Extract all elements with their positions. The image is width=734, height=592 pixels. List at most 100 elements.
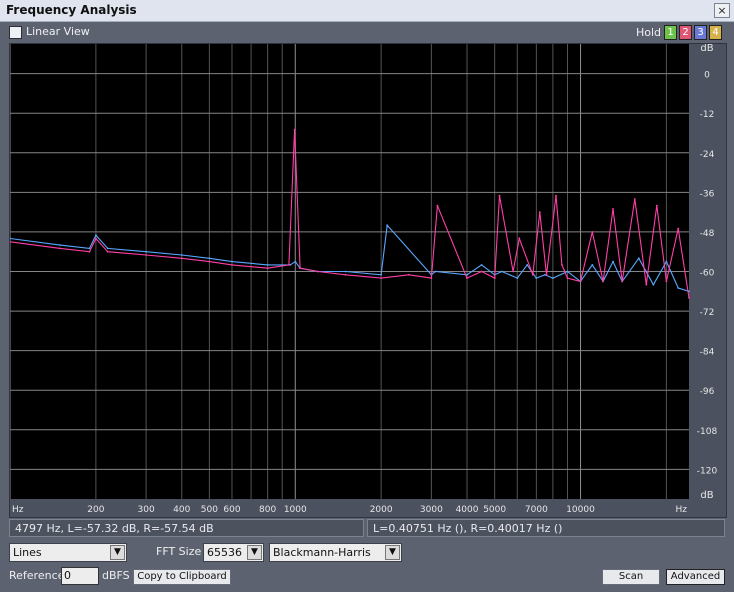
right-channel-point	[677, 227, 680, 230]
right-channel-point	[266, 267, 269, 270]
right-channel-point	[208, 260, 211, 263]
right-channel-point	[299, 267, 301, 270]
y-tick-label: -108	[697, 427, 718, 437]
x-tick-label: 3000	[420, 505, 443, 515]
hold-button-1[interactable]: 1	[664, 25, 677, 40]
y-tick-label: -120	[697, 466, 718, 476]
left-channel-point	[652, 283, 655, 286]
right-channel-point	[566, 277, 569, 279]
right-channel-point	[612, 208, 614, 210]
left-channel-point	[59, 244, 62, 247]
fft-size-value: 65536	[207, 546, 242, 559]
right-channel-point	[602, 280, 604, 283]
chevron-down-icon[interactable]: ▼	[385, 545, 400, 560]
y-tick-label: 0	[704, 71, 710, 81]
hold-button-3[interactable]: 3	[694, 25, 707, 40]
x-tick-label: 800	[259, 505, 276, 515]
advanced-button[interactable]: Advanced	[666, 569, 725, 585]
x-tick-label: 500	[201, 505, 218, 515]
fft-size-select[interactable]: 65536 ▼	[203, 543, 264, 562]
right-channel-point	[538, 211, 541, 214]
left-channel-point	[231, 260, 233, 263]
left-channel-point	[434, 270, 437, 273]
left-channel-point	[566, 270, 569, 273]
x-tick-label: 600	[223, 505, 240, 515]
right-channel-point	[430, 277, 433, 279]
right-channel-point	[518, 237, 521, 240]
linear-view-label: Linear View	[26, 25, 90, 38]
left-channel-point	[535, 277, 538, 279]
x-tick-label: 300	[138, 505, 155, 515]
right-channel-point	[344, 273, 347, 276]
x-tick-label: 2000	[370, 505, 393, 515]
right-channel-point	[633, 198, 636, 200]
left-channel-point	[380, 273, 382, 276]
right-channel-point	[480, 270, 483, 273]
left-channel-point	[106, 247, 109, 250]
copy-to-clipboard-button[interactable]: Copy to Clipboard	[133, 569, 231, 585]
hold-button-2[interactable]: 2	[679, 25, 692, 40]
right-channel-point	[531, 273, 534, 276]
chevron-down-icon[interactable]: ▼	[110, 545, 125, 560]
title-bar: Frequency Analysis ×	[0, 0, 734, 22]
y-tick-label: -60	[700, 269, 715, 279]
x-tick-label: 4000	[456, 505, 479, 515]
right-channel-point	[498, 194, 501, 197]
window-function-value: Blackmann-Harris	[273, 546, 371, 559]
x-tick-label: 7000	[525, 505, 548, 515]
linear-view-checkbox[interactable]	[9, 26, 22, 39]
left-channel-point	[386, 224, 389, 227]
left-channel-point	[88, 247, 91, 250]
right-channel-point	[180, 257, 183, 260]
right-channel-point	[59, 247, 62, 250]
close-button[interactable]: ×	[714, 3, 730, 18]
right-channel-point	[380, 277, 382, 279]
right-channel-point	[231, 264, 233, 266]
x-tick-label: 5000	[483, 505, 506, 515]
hold-button-4[interactable]: 4	[709, 25, 722, 40]
left-channel-point	[344, 270, 347, 273]
window-function-select[interactable]: Blackmann-Harris ▼	[269, 543, 402, 562]
cursor-readout: 4797 Hz, L=-57.32 dB, R=-57.54 dB	[9, 519, 364, 537]
right-channel-point	[88, 250, 91, 253]
chevron-down-icon[interactable]: ▼	[247, 545, 262, 560]
left-channel-point	[544, 273, 546, 276]
left-channel-point	[677, 287, 680, 289]
reference-input[interactable]: 0	[61, 567, 99, 585]
right-channel-point	[621, 280, 624, 283]
window-title: Frequency Analysis	[6, 3, 137, 17]
x-tick-label: 10000	[566, 505, 595, 515]
right-channel-point	[407, 273, 410, 276]
x-tick-label: 200	[87, 505, 104, 515]
right-channel-point	[293, 128, 296, 131]
right-channel-point	[317, 270, 319, 273]
reference-unit: dBFS	[102, 569, 130, 582]
y-tick-label: -96	[700, 387, 715, 397]
left-channel-point	[637, 257, 640, 260]
right-channel-point	[493, 277, 496, 279]
frequency-graph[interactable]: dB dB 0 -12 -24 -36 -48 -60 -72 -84 -96 -108 -120 200…	[9, 43, 727, 518]
right-channel-point	[645, 283, 648, 286]
y-tick-label: -12	[700, 110, 715, 120]
y-unit-bottom: dB	[700, 490, 713, 501]
left-channel-point	[526, 264, 529, 266]
left-channel-point	[552, 277, 554, 279]
plot-background	[10, 44, 726, 517]
left-channel-point	[591, 264, 594, 266]
left-channel-point	[266, 264, 269, 266]
left-channel-point	[95, 234, 97, 237]
reference-label: Reference	[9, 569, 65, 582]
right-channel-point	[436, 204, 439, 207]
scan-button[interactable]: Scan	[602, 569, 660, 585]
left-channel-point	[501, 270, 503, 273]
display-mode-select[interactable]: Lines ▼	[9, 543, 127, 562]
y-tick-label: -48	[700, 229, 715, 239]
right-channel-point	[655, 204, 658, 207]
left-channel-point	[665, 260, 668, 263]
right-channel-point	[95, 237, 97, 240]
left-channel-point	[612, 260, 614, 263]
hold-label: Hold	[636, 26, 662, 39]
left-channel-point	[145, 250, 148, 253]
frequency-chart: dB dB 0 -12 -24 -36 -48 -60 -72 -84 -96 -108 -120 200…	[9, 43, 726, 517]
right-channel-point	[466, 277, 468, 279]
